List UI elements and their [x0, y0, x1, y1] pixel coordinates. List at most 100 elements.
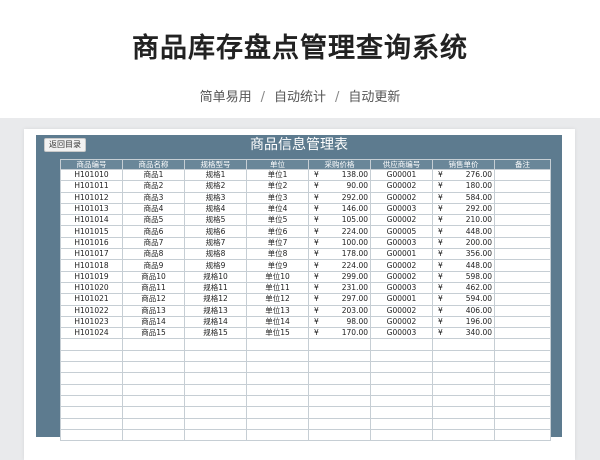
table-cell[interactable]: 单位14	[246, 315, 309, 329]
table-cell[interactable]	[370, 428, 433, 442]
table-cell[interactable]: ¥170.00	[308, 327, 371, 340]
column-header[interactable]: 规格型号	[184, 159, 247, 170]
column-header[interactable]: 备注	[494, 159, 551, 170]
table-cell[interactable]: ¥178.00	[308, 248, 371, 261]
table-cell[interactable]: ¥196.00	[432, 315, 495, 329]
table-cell[interactable]: 商品3	[122, 191, 185, 204]
table-cell[interactable]	[184, 361, 247, 374]
table-cell[interactable]	[246, 417, 309, 430]
table-cell[interactable]	[184, 338, 247, 351]
table-cell[interactable]	[122, 428, 185, 442]
table-cell[interactable]: 单位6	[246, 225, 309, 238]
table-cell[interactable]	[122, 383, 185, 396]
table-cell[interactable]: ¥297.00	[308, 293, 371, 306]
table-cell[interactable]: G00002	[370, 214, 433, 227]
table-cell[interactable]	[370, 394, 433, 408]
table-cell[interactable]: H101021	[60, 293, 123, 306]
table-cell[interactable]: 商品1	[122, 168, 185, 182]
table-cell[interactable]: 单位15	[246, 327, 309, 340]
table-cell[interactable]: 商品6	[122, 225, 185, 238]
table-cell[interactable]	[432, 383, 495, 396]
table-cell[interactable]: 商品11	[122, 281, 185, 295]
table-cell[interactable]	[494, 281, 551, 295]
table-cell[interactable]: 商品9	[122, 259, 185, 272]
table-cell[interactable]: G00001	[370, 293, 433, 306]
table-cell[interactable]: H101017	[60, 248, 123, 261]
table-cell[interactable]: H101019	[60, 270, 123, 283]
table-cell[interactable]	[494, 270, 551, 283]
table-cell[interactable]: H101013	[60, 202, 123, 216]
table-cell[interactable]	[184, 406, 247, 419]
table-cell[interactable]	[308, 428, 371, 442]
table-cell[interactable]: 单位10	[246, 270, 309, 283]
table-cell[interactable]: ¥462.00	[432, 281, 495, 295]
table-cell[interactable]	[246, 361, 309, 374]
table-cell[interactable]	[184, 428, 247, 442]
table-cell[interactable]	[60, 372, 123, 385]
table-cell[interactable]	[246, 349, 309, 363]
table-cell[interactable]: 规格10	[184, 270, 247, 283]
table-cell[interactable]	[494, 293, 551, 306]
table-cell[interactable]	[122, 406, 185, 419]
table-cell[interactable]: 规格15	[184, 327, 247, 340]
table-cell[interactable]: 单位5	[246, 214, 309, 227]
table-cell[interactable]	[494, 259, 551, 272]
table-cell[interactable]	[60, 394, 123, 408]
table-cell[interactable]: ¥224.00	[308, 225, 371, 238]
table-cell[interactable]: H101014	[60, 214, 123, 227]
table-cell[interactable]	[122, 394, 185, 408]
table-cell[interactable]: ¥292.00	[432, 202, 495, 216]
table-cell[interactable]: 规格2	[184, 180, 247, 193]
table-cell[interactable]	[432, 361, 495, 374]
table-cell[interactable]: 规格11	[184, 281, 247, 295]
table-cell[interactable]	[494, 236, 551, 250]
table-cell[interactable]: G00002	[370, 191, 433, 204]
table-cell[interactable]: 规格7	[184, 236, 247, 250]
table-cell[interactable]: 商品12	[122, 293, 185, 306]
column-header[interactable]: 单位	[246, 159, 309, 170]
table-cell[interactable]: ¥356.00	[432, 248, 495, 261]
table-cell[interactable]	[122, 372, 185, 385]
table-cell[interactable]	[494, 315, 551, 329]
table-cell[interactable]	[432, 349, 495, 363]
table-cell[interactable]	[60, 361, 123, 374]
table-cell[interactable]: H101016	[60, 236, 123, 250]
table-cell[interactable]	[308, 406, 371, 419]
table-cell[interactable]	[494, 383, 551, 396]
table-cell[interactable]: 商品13	[122, 304, 185, 317]
table-cell[interactable]	[432, 338, 495, 351]
table-cell[interactable]: 规格9	[184, 259, 247, 272]
table-cell[interactable]	[60, 417, 123, 430]
table-cell[interactable]: 单位7	[246, 236, 309, 250]
table-cell[interactable]: 商品8	[122, 248, 185, 261]
table-cell[interactable]: G00001	[370, 248, 433, 261]
table-cell[interactable]: G00003	[370, 327, 433, 340]
table-cell[interactable]	[494, 168, 551, 182]
table-cell[interactable]	[432, 417, 495, 430]
table-cell[interactable]: 商品4	[122, 202, 185, 216]
table-cell[interactable]: ¥98.00	[308, 315, 371, 329]
table-cell[interactable]	[370, 383, 433, 396]
table-cell[interactable]: ¥100.00	[308, 236, 371, 250]
table-cell[interactable]	[494, 406, 551, 419]
table-cell[interactable]: ¥584.00	[432, 191, 495, 204]
table-cell[interactable]	[60, 428, 123, 442]
table-cell[interactable]	[184, 349, 247, 363]
table-cell[interactable]: 单位1	[246, 168, 309, 182]
table-cell[interactable]: 规格3	[184, 191, 247, 204]
table-cell[interactable]	[370, 417, 433, 430]
table-cell[interactable]	[494, 202, 551, 216]
table-cell[interactable]	[246, 394, 309, 408]
table-cell[interactable]: 规格4	[184, 202, 247, 216]
table-cell[interactable]: 规格8	[184, 248, 247, 261]
table-cell[interactable]: 商品7	[122, 236, 185, 250]
table-cell[interactable]: H101010	[60, 168, 123, 182]
table-cell[interactable]: ¥138.00	[308, 168, 371, 182]
table-cell[interactable]	[432, 406, 495, 419]
table-cell[interactable]: G00001	[370, 168, 433, 182]
table-cell[interactable]	[122, 361, 185, 374]
table-cell[interactable]: ¥210.00	[432, 214, 495, 227]
table-cell[interactable]: ¥598.00	[432, 270, 495, 283]
table-cell[interactable]: G00002	[370, 270, 433, 283]
table-cell[interactable]	[494, 304, 551, 317]
